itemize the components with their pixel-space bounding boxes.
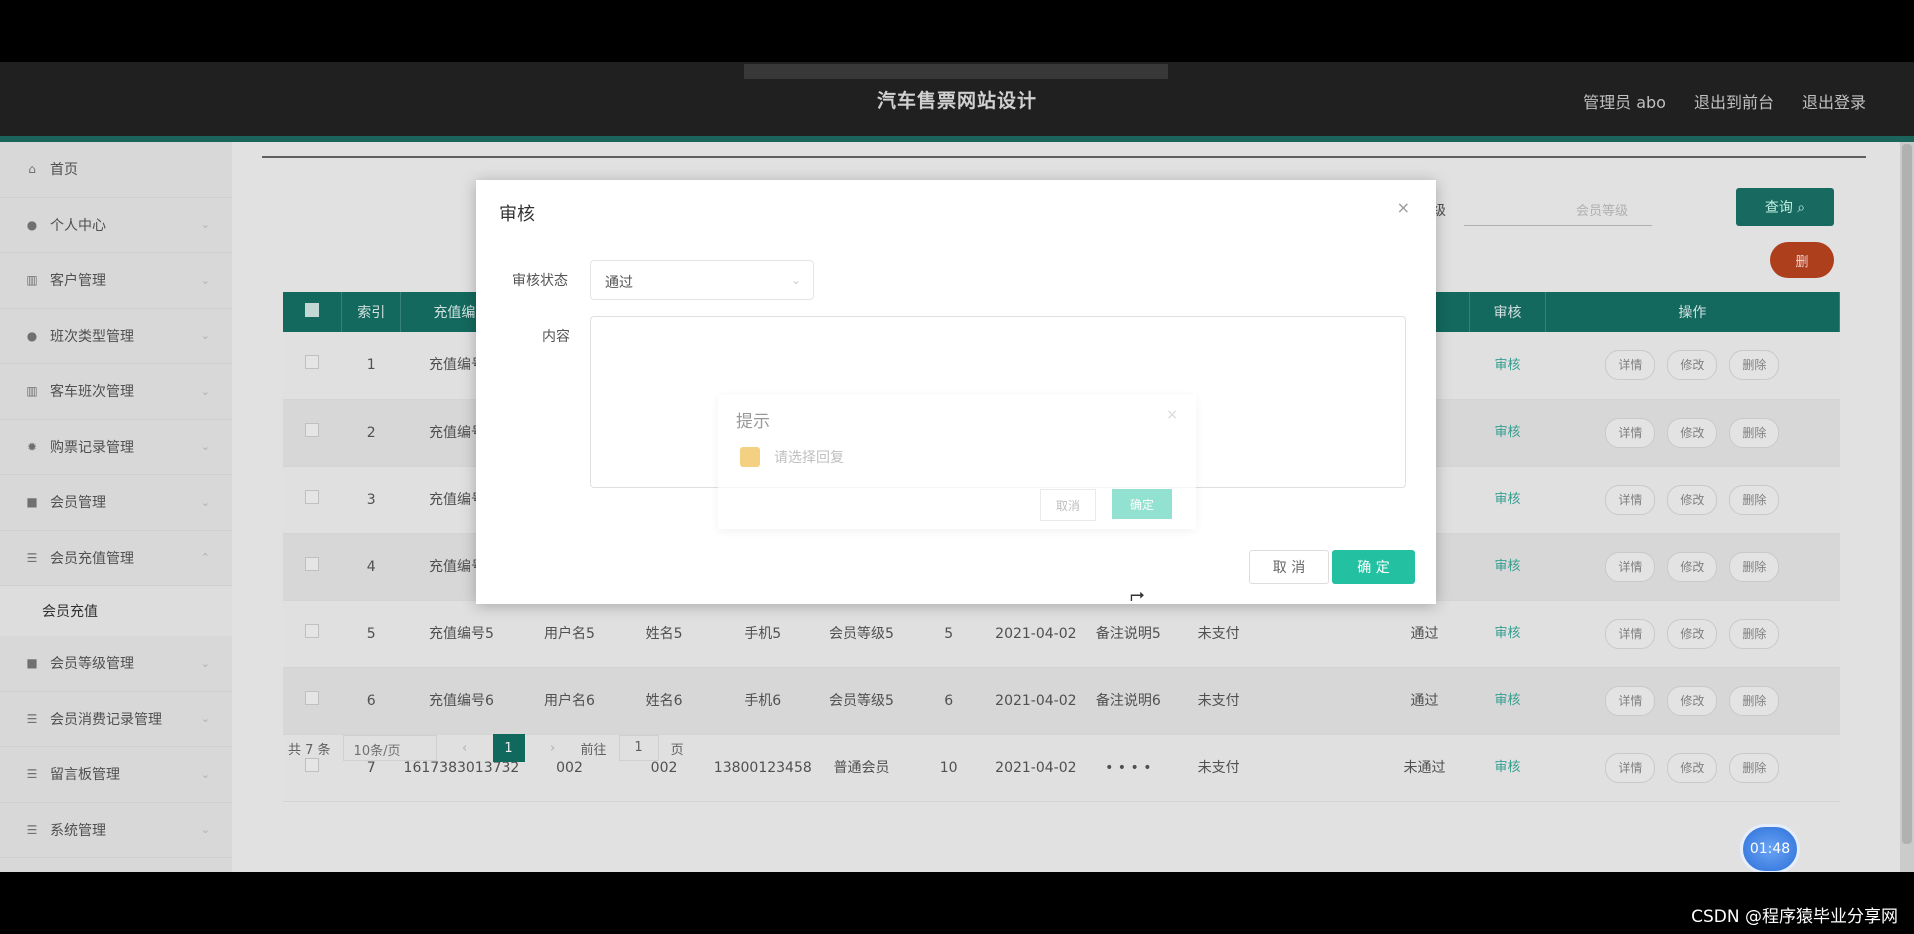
- audit-status-value: 通过: [605, 275, 633, 291]
- message-confirm-button[interactable]: 确定: [1112, 489, 1172, 519]
- audit-dialog: 审核 × 审核状态 通过 ⌄ 内容 取 消 确 定: [476, 180, 1436, 604]
- audit-status-select[interactable]: 通过 ⌄: [590, 260, 814, 300]
- message-box-text: 请选择回复: [774, 450, 844, 466]
- mouse-cursor-icon: ⮣: [1130, 584, 1145, 605]
- close-icon[interactable]: ×: [1166, 407, 1178, 423]
- watermark-text: CSDN @程序猿毕业分享网: [1691, 907, 1898, 927]
- audit-status-label: 审核状态: [512, 273, 568, 289]
- message-box-title: 提示: [736, 412, 770, 432]
- warning-icon: [740, 447, 760, 467]
- close-icon[interactable]: ×: [1397, 198, 1410, 217]
- dialog-title: 审核: [499, 204, 535, 225]
- message-box: 提示 × 请选择回复 取消 确定: [718, 395, 1196, 529]
- screen: 汽车售票网站设计 管理员 abo 退出到前台 退出登录 ⌂ 首页 ● 个人中心 ⌄ ▥…: [0, 0, 1914, 934]
- chevron-down-icon: ⌄: [790, 273, 801, 287]
- app-window: 汽车售票网站设计 管理员 abo 退出到前台 退出登录 ⌂ 首页 ● 个人中心 ⌄ ▥…: [0, 62, 1914, 872]
- content-label: 内容: [542, 329, 570, 345]
- message-cancel-button[interactable]: 取消: [1040, 489, 1096, 521]
- confirm-button[interactable]: 确 定: [1332, 550, 1415, 584]
- cancel-button[interactable]: 取 消: [1249, 550, 1329, 584]
- recording-timer[interactable]: 01:48: [1740, 824, 1800, 872]
